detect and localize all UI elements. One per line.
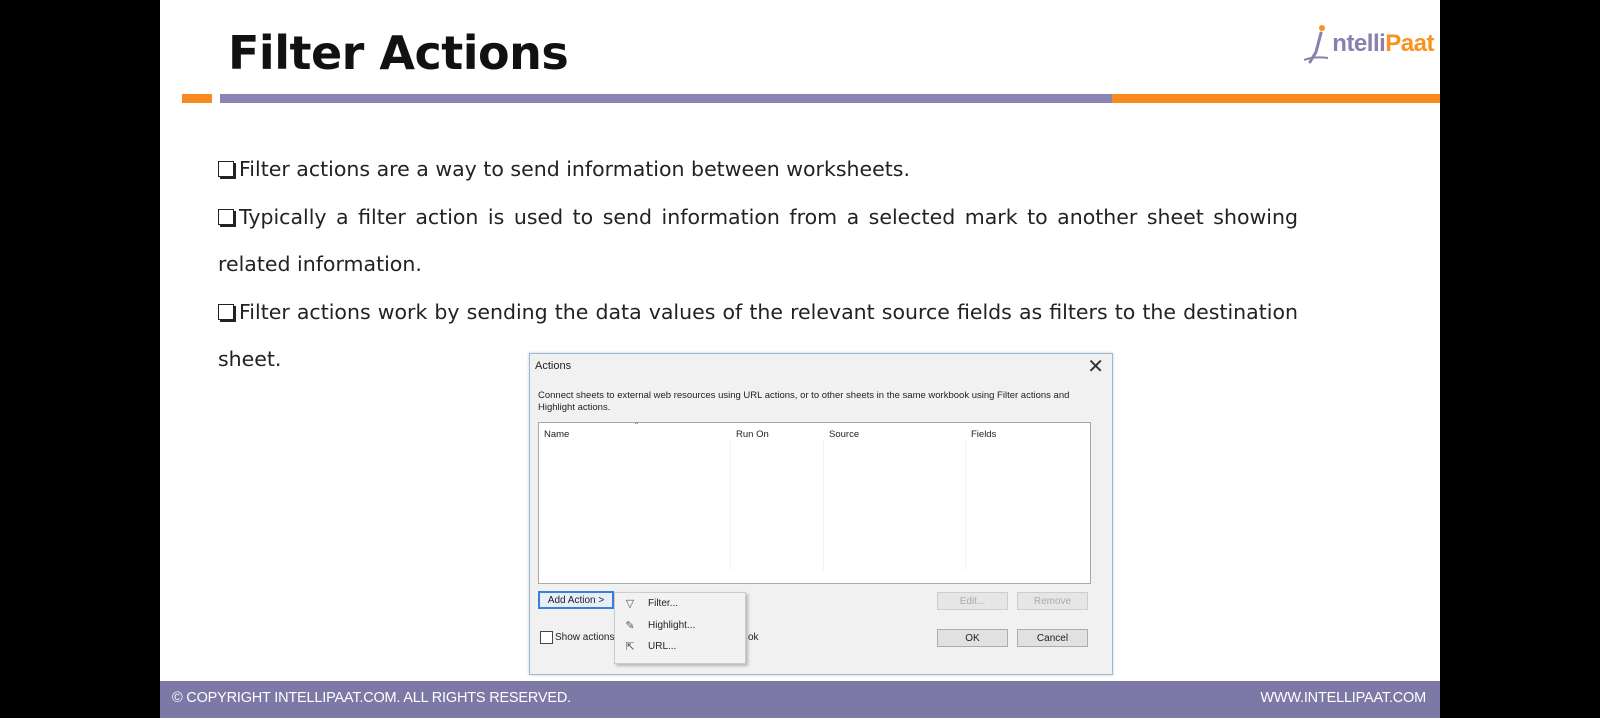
intellipaat-logo: ntelliPaat — [1302, 22, 1434, 66]
menu-item-highlight[interactable]: ✎ Highlight... — [615, 617, 745, 637]
logo-figure-icon — [1303, 25, 1329, 64]
add-action-menu: ▽ Filter... ✎ Highlight... ⇱ URL... — [614, 592, 746, 664]
highlight-icon: ✎ — [625, 620, 635, 632]
add-action-button[interactable]: Add Action > — [538, 591, 614, 609]
remove-button[interactable]: Remove — [1017, 592, 1088, 610]
column-header-source[interactable]: Source — [829, 429, 859, 440]
sort-caret-icon: ⌃ — [633, 421, 640, 430]
actions-dialog: Actions ✕ Connect sheets to external web… — [529, 353, 1113, 675]
menu-item-filter[interactable]: ▽ Filter... — [615, 595, 745, 615]
column-header-run-on[interactable]: Run On — [736, 429, 769, 440]
column-header-fields[interactable]: Fields — [971, 429, 996, 440]
slide-title: Filter Actions — [228, 26, 569, 80]
footer-copyright: © COPYRIGHT INTELLIPAAT.COM. ALL RIGHTS … — [172, 690, 571, 706]
slide: Filter Actions ntelliPaat Filter actions… — [160, 0, 1440, 718]
filter-icon: ▽ — [625, 598, 635, 610]
column-divider — [730, 441, 731, 571]
column-divider — [965, 441, 966, 571]
close-icon[interactable]: ✕ — [1087, 354, 1104, 379]
ok-button[interactable]: OK — [937, 629, 1008, 647]
footer-website: WWW.INTELLIPAAT.COM — [1260, 690, 1426, 706]
bullet-list: Filter actions are a way to send informa… — [218, 146, 1298, 384]
checkbox-bullet-icon — [218, 303, 234, 320]
dialog-description: Connect sheets to external web resources… — [538, 390, 1070, 413]
url-icon: ⇱ — [625, 641, 635, 653]
checkbox-bullet-icon — [218, 208, 234, 225]
logo-text-accent: Paat — [1385, 30, 1434, 57]
logo-text-lead: ntelli — [1332, 30, 1386, 57]
bullet-item: Filter actions are a way to send informa… — [218, 146, 1298, 194]
footer-bar: © COPYRIGHT INTELLIPAAT.COM. ALL RIGHTS … — [160, 681, 1440, 718]
show-actions-checkbox[interactable] — [540, 631, 553, 644]
show-actions-label-tail: ok — [748, 632, 759, 643]
actions-table[interactable]: ⌃ Name Run On Source Fields — [538, 421, 1091, 584]
header-rule-right — [1112, 94, 1440, 103]
show-actions-label: Show actions — [555, 632, 615, 643]
header-rule-left — [182, 94, 212, 103]
checkbox-bullet-icon — [218, 161, 234, 177]
column-divider — [823, 441, 824, 571]
cancel-button[interactable]: Cancel — [1017, 629, 1088, 647]
bullet-item: Typically a filter action is used to sen… — [218, 204, 1298, 276]
dialog-title: Actions — [535, 360, 572, 372]
header-rule-middle — [220, 94, 1112, 103]
edit-button[interactable]: Edit... — [937, 592, 1008, 610]
column-header-name[interactable]: Name — [544, 429, 569, 440]
menu-item-url[interactable]: ⇱ URL... — [615, 638, 745, 658]
